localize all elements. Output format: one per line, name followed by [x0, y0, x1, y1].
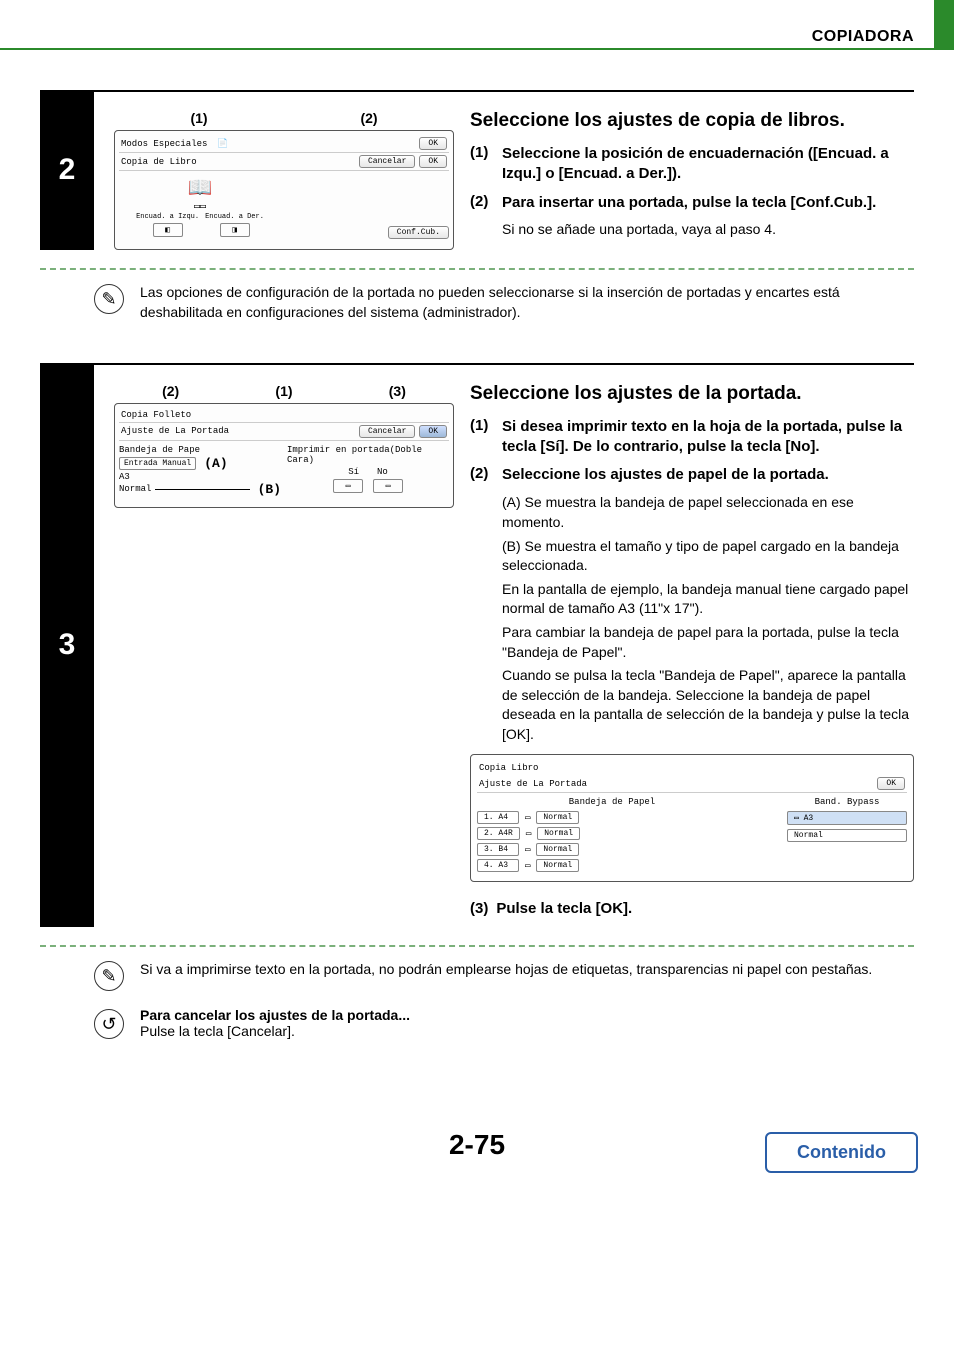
crumb-ajuste-portada2: Ajuste de La Portada [479, 779, 587, 789]
step-number-2: 2 [40, 90, 94, 250]
bypass-size[interactable]: ▭ A3 [787, 811, 907, 825]
ok-btn-3[interactable]: OK [419, 425, 447, 438]
si-label: Sí [348, 467, 359, 477]
ok-btn-2[interactable]: OK [419, 155, 447, 168]
no-label: No [377, 467, 388, 477]
tray-label: Bandeja de Pape [119, 445, 281, 455]
label-b: (B) [258, 482, 281, 497]
pencil-icon-2: ✎ [94, 961, 124, 991]
crumb-copia-folleto: Copia Folleto [121, 410, 191, 420]
cancel-text: Pulse la tecla [Cancelar]. [140, 1023, 410, 1039]
tray-row[interactable]: 2. A4R▭Normal [477, 827, 747, 840]
step3-item2-num: (2) [470, 465, 502, 482]
step3-ui-panel1: Copia Folleto Ajuste de La Portada Cance… [114, 403, 454, 508]
step2-item2-num: (2) [470, 193, 502, 210]
step3-footnote: Si va a imprimirse texto en la portada, … [140, 959, 872, 979]
step3-item1-text: Si desea imprimir texto en la hoja de la… [502, 417, 914, 458]
ok-top-btn[interactable]: OK [419, 137, 447, 150]
bind-left-label: Encuad. a Izqu. [136, 213, 199, 221]
step3-para3: Cuando se pulsa la tecla "Bandeja de Pap… [502, 666, 914, 744]
detail-b: (B) Se muestra el tamaño y tipo de papel… [502, 537, 914, 576]
no-button[interactable]: ▭ [373, 479, 403, 493]
tray-row[interactable]: 3. B4▭Normal [477, 843, 747, 856]
ok-btn-panel2[interactable]: OK [877, 777, 905, 790]
confcub-button[interactable]: Conf.Cub. [388, 226, 449, 239]
a3-label: A3 [119, 472, 281, 482]
callout-2-1: (1) [190, 110, 207, 126]
step3-ui-panel2: Copia Libro Ajuste de La Portada OK Band… [470, 754, 914, 882]
callout-3-1: (1) [275, 383, 292, 399]
cancel-btn-2[interactable]: Cancelar [359, 155, 415, 168]
si-button[interactable]: ▭ [333, 479, 363, 493]
step3-title: Seleccione los ajustes de la portada. [470, 383, 914, 405]
undo-icon: ↺ [94, 1009, 124, 1039]
step2-subnote: Si no se añade una portada, vaya al paso… [502, 221, 914, 237]
step3-item3-num: (3) [470, 900, 488, 917]
callout-2-2: (2) [360, 110, 377, 126]
bypass-type: Normal [787, 829, 907, 842]
bind-right-button[interactable]: ◨ [220, 223, 250, 237]
bypass-header: Band. Bypass [787, 797, 907, 807]
callout-3-2: (2) [162, 383, 179, 399]
step2-item1-num: (1) [470, 144, 502, 161]
detail-a: (A) Se muestra la bandeja de papel selec… [502, 493, 914, 532]
step3-para2: Para cambiar la bandeja de papel para la… [502, 623, 914, 662]
step2-title: Seleccione los ajustes de copia de libro… [470, 110, 914, 132]
contenido-button[interactable]: Contenido [765, 1132, 918, 1173]
cancel-btn-3[interactable]: Cancelar [359, 425, 415, 438]
step3-item2-text: Seleccione los ajustes de papel de la po… [502, 465, 829, 485]
crumb-modos: Modos Especiales [121, 139, 207, 149]
step3-item3-text: Pulse la tecla [OK]. [496, 900, 632, 917]
pencil-icon: ✎ [94, 284, 124, 314]
print-cover-label: Imprimir en portada(Doble Cara) [287, 445, 449, 465]
crumb-copia-libro: Copia de Libro [121, 157, 197, 167]
cancel-title: Para cancelar los ajustes de la portada.… [140, 1007, 410, 1023]
tray-row[interactable]: 1. A4▭Normal [477, 811, 747, 824]
step2-ui-panel: Modos Especiales 📄 OK Copia de Libro Can… [114, 130, 454, 250]
callout-3-3: (3) [389, 383, 406, 399]
crumb-copia-libro2: Copia Libro [479, 763, 538, 773]
step2-item1-text: Seleccione la posición de encuadernación… [502, 144, 914, 185]
bind-left-button[interactable]: ◧ [153, 223, 183, 237]
label-a: (A) [204, 456, 227, 471]
crumb-ajuste-portada: Ajuste de La Portada [121, 426, 229, 436]
bind-right-label: Encuad. a Der. [205, 213, 264, 221]
tray-header: Bandeja de Papel [477, 797, 747, 807]
step2-footnote: Las opciones de configuración de la port… [140, 282, 914, 323]
step3-item1-num: (1) [470, 417, 502, 434]
tray-row[interactable]: 4. A3▭Normal [477, 859, 747, 872]
step2-item2-text: Para insertar una portada, pulse la tecl… [502, 193, 876, 213]
header-title: COPIADORA [812, 28, 914, 46]
step3-para1: En la pantalla de ejemplo, la bandeja ma… [502, 580, 914, 619]
step-number-3: 3 [40, 363, 94, 928]
normal-label: Normal [119, 484, 151, 494]
entrada-manual-btn[interactable]: Entrada Manual [119, 457, 196, 470]
